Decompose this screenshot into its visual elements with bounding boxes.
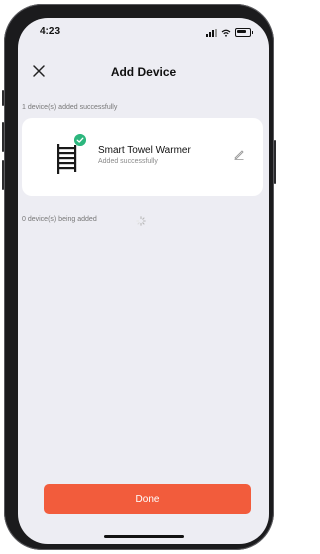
check-icon bbox=[74, 134, 86, 146]
device-card[interactable]: Smart Towel Warmer Added successfully bbox=[22, 118, 263, 196]
adding-count-label: 0 device(s) being added bbox=[22, 216, 97, 223]
side-button-volume-down bbox=[2, 160, 4, 190]
battery-icon bbox=[235, 28, 251, 37]
loading-spinner-icon bbox=[136, 216, 146, 226]
signal-icon bbox=[206, 28, 217, 37]
status-time: 4:23 bbox=[40, 26, 61, 37]
battery-tip bbox=[252, 31, 253, 34]
status-icons bbox=[206, 28, 253, 37]
device-name: Smart Towel Warmer bbox=[98, 145, 191, 156]
side-button-volume-up bbox=[2, 122, 4, 152]
pencil-icon[interactable] bbox=[233, 148, 245, 160]
app-screen: 4:23 Add Device 1 device(s) added succes… bbox=[18, 18, 269, 544]
device-status: Added successfully bbox=[98, 158, 158, 165]
added-count-label: 1 device(s) added successfully bbox=[22, 104, 118, 111]
side-button-action bbox=[2, 90, 4, 106]
phone-frame: 4:23 Add Device 1 device(s) added succes… bbox=[2, 4, 276, 550]
home-indicator bbox=[104, 535, 184, 538]
wifi-icon bbox=[221, 29, 231, 37]
side-button-power bbox=[274, 140, 276, 184]
done-button[interactable]: Done bbox=[44, 484, 251, 514]
status-bar: 4:23 bbox=[18, 18, 269, 48]
page-title: Add Device bbox=[110, 65, 177, 79]
